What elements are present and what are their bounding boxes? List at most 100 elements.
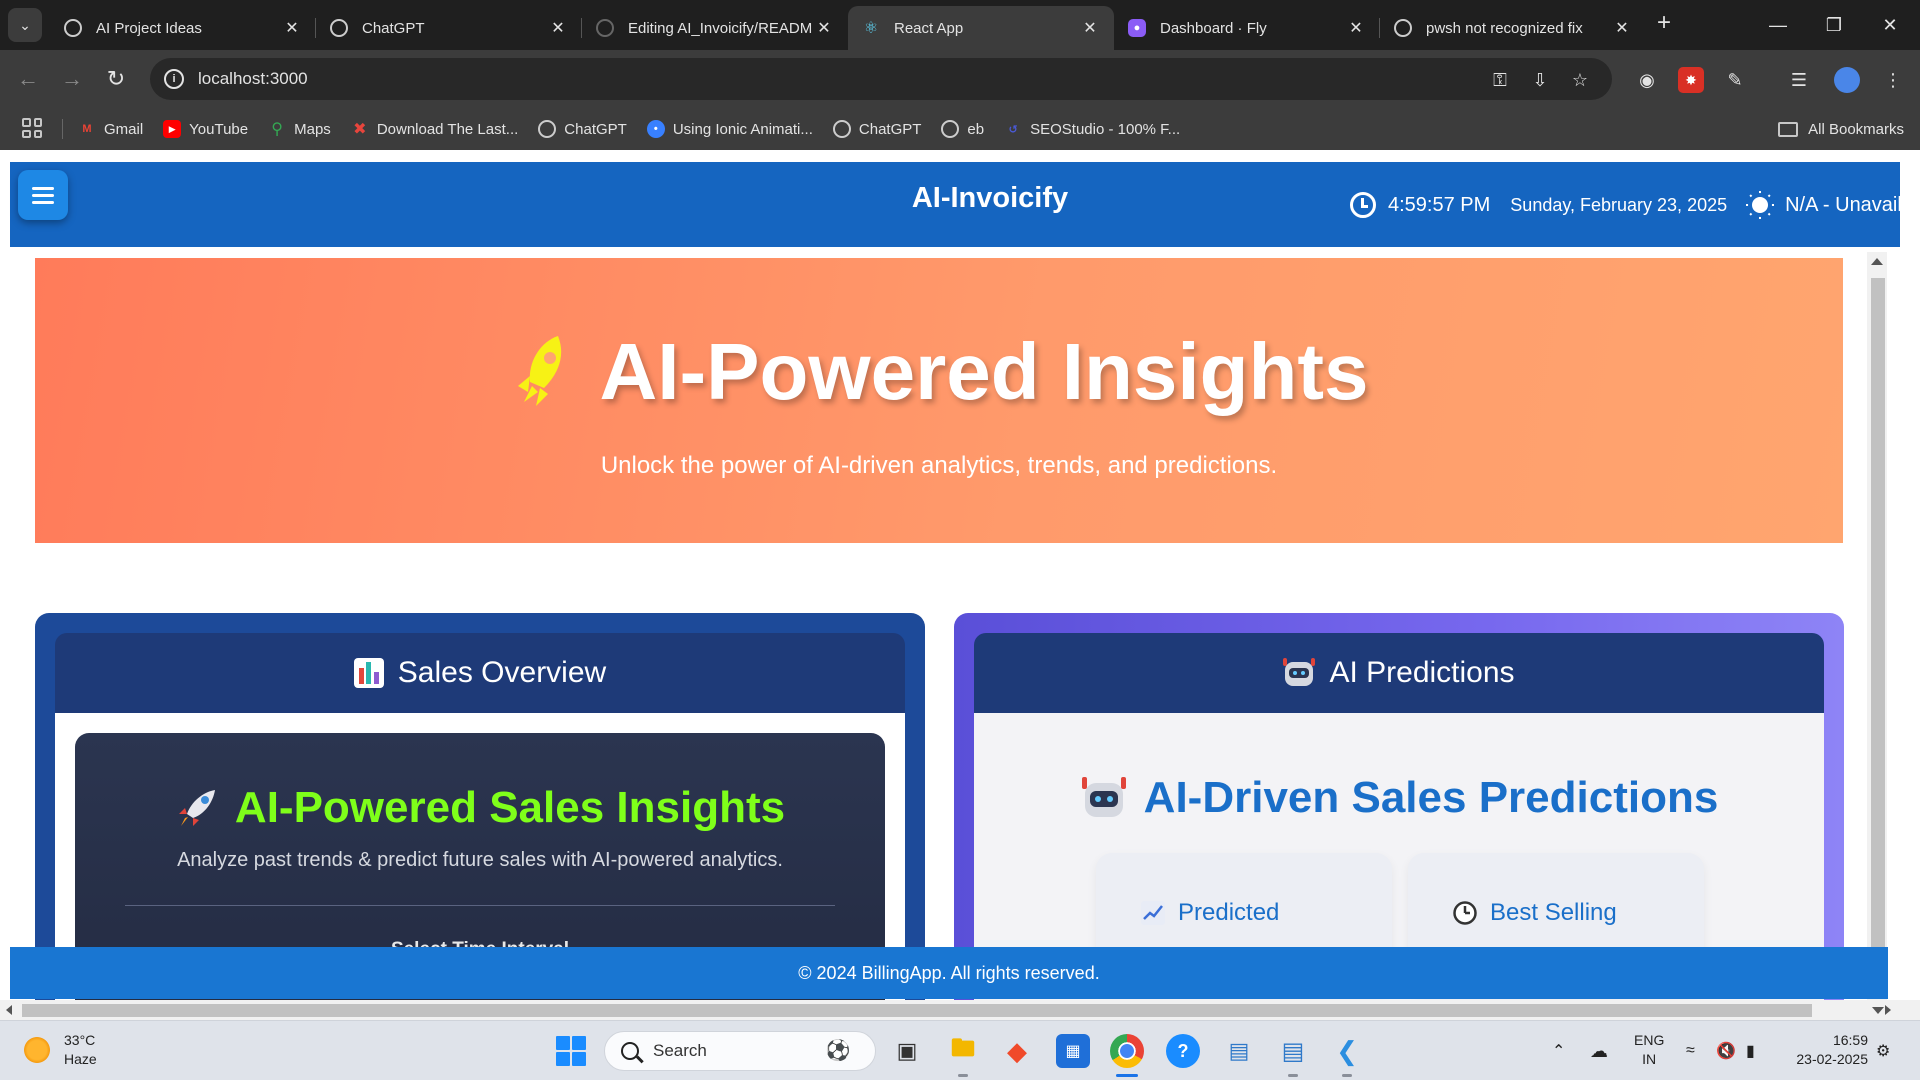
restore-button[interactable]: ❐ — [1806, 0, 1862, 50]
hero-title: AI-Powered Insights — [35, 326, 1843, 418]
new-tab-button[interactable]: + — [1650, 10, 1678, 38]
hero-title-text: AI-Powered Insights — [599, 327, 1369, 416]
reload-button[interactable]: ↻ — [100, 63, 132, 95]
site-info-icon[interactable]: i — [164, 69, 184, 89]
bookmark-chatgpt[interactable]: ChatGPT — [538, 120, 627, 138]
scroll-up-arrow-icon[interactable] — [1871, 258, 1883, 265]
tab-title: Dashboard · Fly — [1160, 19, 1267, 37]
rocket-icon — [517, 336, 561, 406]
help-icon[interactable]: ? — [1166, 1034, 1200, 1068]
address-bar[interactable]: i localhost:3000 ⚿ ⇩ ☆ — [150, 58, 1612, 100]
tab-title: ChatGPT — [362, 19, 425, 37]
tab-ai-project-ideas[interactable]: AI Project Ideas ✕ — [50, 6, 316, 50]
close-icon[interactable]: ✕ — [282, 18, 302, 38]
url-text[interactable]: localhost:3000 — [198, 69, 308, 89]
bookmark-youtube[interactable]: ▶ YouTube — [163, 120, 248, 138]
profile-avatar-icon[interactable] — [1834, 67, 1860, 93]
bookmark-eb[interactable]: eb — [941, 120, 984, 138]
microsoft-store-icon[interactable]: ▦ — [1056, 1034, 1090, 1068]
tray-overflow-icon[interactable]: ⌃ — [1552, 1021, 1565, 1080]
bookmark-seostudio[interactable]: ↺ SEOStudio - 100% F... — [1004, 120, 1181, 138]
bookmark-label: Maps — [294, 120, 331, 138]
forward-button[interactable]: → — [56, 63, 88, 95]
onedrive-icon[interactable]: ☁ — [1590, 1021, 1608, 1080]
bookmark-chatgpt-2[interactable]: ChatGPT — [832, 120, 922, 138]
close-icon[interactable]: ✕ — [814, 18, 834, 38]
folder-icon — [1778, 121, 1799, 137]
taskbar-clock[interactable]: 16:59 23-02-2025 — [1786, 1031, 1868, 1069]
wifi-icon[interactable]: ≈ — [1686, 1021, 1695, 1080]
gmail-icon: M — [82, 123, 92, 135]
search-highlight-icon[interactable]: ⚽ — [816, 1033, 860, 1067]
maps-icon: ⚲ — [271, 121, 283, 138]
clock-icon — [1453, 901, 1477, 925]
page-horizontal-scrollbar[interactable] — [0, 1000, 1920, 1020]
tab-editing-readme[interactable]: Editing AI_Invoicify/READM ✕ — [582, 6, 848, 50]
bookmark-download[interactable]: ✖ Download The Last... — [351, 120, 518, 139]
bookmarks-bar: M Gmail ▶ YouTube ⚲ Maps ✖ Download The Last… — [0, 108, 1920, 150]
extension-target-icon[interactable]: ◉ — [1634, 67, 1660, 93]
notifications-icon[interactable]: ⚙ — [1876, 1021, 1890, 1080]
extensions-puzzle-icon[interactable]: ✎ — [1722, 67, 1748, 93]
speaker-muted-icon[interactable]: 🔇 — [1716, 1021, 1736, 1080]
file-explorer-icon[interactable]: 🖿 — [946, 1034, 980, 1068]
scrollbar-thumb[interactable] — [1871, 278, 1885, 998]
control-panel-icon[interactable]: ▤ — [1222, 1034, 1256, 1068]
tab-title: AI Project Ideas — [96, 19, 202, 37]
bookmark-divider — [62, 119, 63, 139]
tab-chatgpt[interactable]: ChatGPT ✕ — [316, 6, 582, 50]
scroll-down-arrow-icon[interactable] — [1872, 1007, 1884, 1014]
notepad-icon[interactable]: ▤ — [1276, 1034, 1310, 1068]
apps-grid-icon[interactable] — [22, 118, 42, 138]
bookmark-gmail[interactable]: M Gmail — [78, 120, 143, 138]
scroll-left-arrow-icon[interactable] — [6, 1005, 12, 1015]
chevron-down-icon: ⌄ — [19, 16, 31, 33]
divider — [125, 905, 835, 906]
bookmark-maps[interactable]: ⚲ Maps — [268, 120, 331, 139]
seostudio-icon: ↺ — [1008, 123, 1018, 136]
tab-dashboard-fly[interactable]: ● Dashboard · Fly ✕ — [1114, 6, 1380, 50]
password-key-icon[interactable]: ⚿ — [1488, 68, 1512, 92]
media-controls-icon[interactable]: ☰ — [1786, 67, 1812, 93]
scrollbar-thumb[interactable] — [22, 1004, 1812, 1017]
close-icon[interactable]: ✕ — [1346, 18, 1366, 38]
menu-dots-icon[interactable]: ⋮ — [1880, 67, 1906, 93]
sales-insights-title-text: AI-Powered Sales Insights — [234, 783, 786, 832]
close-window-button[interactable]: ✕ — [1862, 0, 1918, 50]
footer-text: © 2024 BillingApp. All rights reserved. — [798, 962, 1100, 983]
hero-banner: AI-Powered Insights Unlock the power of … — [35, 258, 1843, 543]
git-app-icon[interactable]: ◆ — [1000, 1034, 1034, 1068]
bookmark-ionic[interactable]: • Using Ionic Animati... — [646, 120, 813, 138]
bookmark-star-icon[interactable]: ☆ — [1568, 68, 1592, 92]
task-view-icon[interactable]: ▣ — [890, 1034, 924, 1068]
minimize-button[interactable]: — — [1750, 0, 1806, 50]
page-vertical-scrollbar[interactable] — [1867, 252, 1887, 1020]
close-icon[interactable]: ✕ — [548, 18, 568, 38]
install-app-icon[interactable]: ⇩ — [1528, 68, 1552, 92]
vscode-icon[interactable]: ❮ — [1330, 1034, 1364, 1068]
bookmark-label: ChatGPT — [858, 120, 922, 138]
battery-icon[interactable]: ▮ — [1746, 1021, 1755, 1080]
bookmark-list: M Gmail ▶ YouTube ⚲ Maps ✖ Download The Last… — [78, 108, 1200, 150]
input-language[interactable]: ENG IN — [1634, 1031, 1664, 1069]
predicted-label-text: Predicted — [1178, 899, 1280, 926]
weather-widget[interactable]: 33°C Haze — [22, 1031, 97, 1069]
tab-search-button[interactable]: ⌄ — [8, 8, 42, 42]
start-button[interactable] — [556, 1036, 586, 1066]
back-button[interactable]: ← — [12, 63, 44, 95]
all-bookmarks-button[interactable]: All Bookmarks — [1778, 108, 1904, 150]
sales-predictions-title-text: AI-Driven Sales Predictions — [1143, 773, 1719, 822]
extension-red-icon[interactable]: ✸ — [1678, 67, 1704, 93]
github-icon — [596, 19, 614, 37]
chrome-icon[interactable] — [1110, 1034, 1144, 1068]
weather-condition: Haze — [64, 1051, 97, 1067]
current-time: 4:59:57 PM — [1388, 193, 1491, 216]
region-code: IN — [1642, 1051, 1657, 1067]
robot-icon — [1283, 658, 1316, 688]
close-icon[interactable]: ✕ — [1080, 18, 1100, 38]
close-icon[interactable]: ✕ — [1612, 18, 1632, 38]
tab-react-app[interactable]: ⚛ React App ✕ — [848, 6, 1114, 50]
scroll-right-arrow-icon[interactable] — [1885, 1005, 1891, 1015]
bookmark-label: SEOStudio - 100% F... — [1030, 120, 1181, 138]
tab-pwsh-fix[interactable]: pwsh not recognized fix ✕ — [1380, 6, 1646, 50]
